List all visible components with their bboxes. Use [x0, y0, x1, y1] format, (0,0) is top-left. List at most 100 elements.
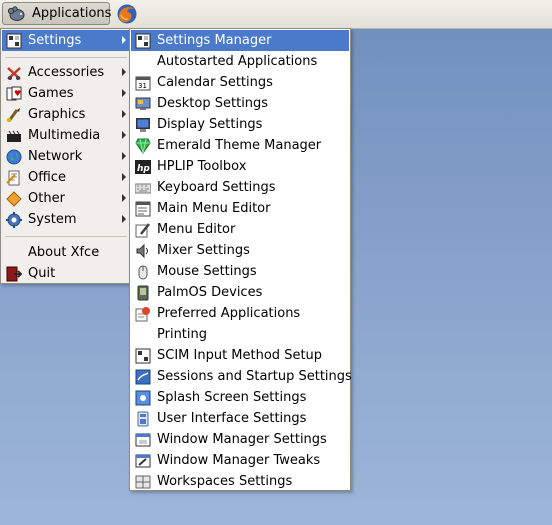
menu-item-label: Accessories	[28, 65, 105, 80]
menu-separator	[5, 236, 127, 237]
menu-item-label: Calendar Settings	[157, 75, 273, 90]
menu-item-settings-manager[interactable]: Settings Manager	[131, 30, 349, 51]
menu-item-label: System	[28, 212, 77, 227]
menu-item-mixer-settings[interactable]: Mixer Settings	[131, 240, 349, 261]
menu-item-quit[interactable]: Quit	[2, 263, 130, 284]
games-icon: ♥	[6, 86, 22, 102]
submenu-arrow-icon	[122, 173, 126, 181]
menu-item-label: SCIM Input Method Setup	[157, 348, 323, 363]
xfce-mouse-icon	[6, 4, 26, 24]
menu-item-user-interface-settings[interactable]: User Interface Settings	[131, 408, 349, 429]
menu-item-main-menu-editor[interactable]: Main Menu Editor	[131, 198, 349, 219]
keyboard-icon	[135, 180, 151, 196]
menu-item-label: Other	[28, 191, 65, 206]
submenu-arrow-icon	[122, 131, 126, 139]
menu-item-label: Window Manager Tweaks	[157, 453, 321, 468]
menu-item-label: Splash Screen Settings	[157, 390, 307, 405]
menu-item-accessories[interactable]: Accessories	[2, 62, 130, 83]
svg-text:♥: ♥	[14, 89, 21, 98]
menu-item-office[interactable]: Office	[2, 167, 130, 188]
menu-item-sessions-and-startup-settings[interactable]: Sessions and Startup Settings	[131, 366, 352, 387]
menu-item-label: Autostarted Applications	[157, 54, 318, 69]
submenu-arrow-icon	[122, 36, 126, 44]
multimedia-icon	[6, 128, 22, 144]
menu-item-menu-editor[interactable]: Menu Editor	[131, 219, 349, 240]
menu-item-label: Menu Editor	[157, 222, 236, 237]
menu-item-label: Main Menu Editor	[157, 201, 271, 216]
menu-item-label: Settings	[28, 33, 82, 48]
menu-item-label: Mouse Settings	[157, 264, 257, 279]
other-icon	[6, 190, 22, 207]
sessions-icon	[135, 369, 151, 385]
settings-icon	[6, 33, 22, 49]
menu-item-window-manager-settings[interactable]: Window Manager Settings	[131, 429, 349, 450]
menu-item-printing[interactable]: Printing	[131, 324, 349, 345]
menu-item-multimedia[interactable]: Multimedia	[2, 125, 130, 146]
firefox-icon[interactable]	[116, 3, 138, 25]
menu-item-graphics[interactable]: Graphics	[2, 104, 130, 125]
splash-icon	[135, 390, 151, 406]
menu-item-network[interactable]: Network	[2, 146, 130, 167]
menu-item-label: HPLIP Toolbox	[157, 159, 247, 174]
submenu-arrow-icon	[122, 194, 126, 202]
applications-menu: Settings Accessories ♥ Games Graphics Mu…	[0, 28, 132, 284]
menu-item-label: User Interface Settings	[157, 411, 307, 426]
menu-item-calendar-settings[interactable]: 31 Calendar Settings	[131, 72, 349, 93]
menu-item-label: PalmOS Devices	[157, 285, 263, 300]
menu-editor-icon	[135, 201, 151, 217]
applications-button-label: Applications	[32, 6, 112, 21]
submenu-arrow-icon	[122, 152, 126, 160]
menu-item-workspaces-settings[interactable]: Workspaces Settings	[131, 471, 349, 492]
menu-item-label: Desktop Settings	[157, 96, 269, 111]
menu-item-settings[interactable]: Settings	[2, 30, 130, 51]
menu-item-label: Graphics	[28, 107, 86, 122]
menu-item-other[interactable]: Other	[2, 188, 130, 209]
mouse-icon	[135, 264, 151, 280]
preferred-apps-icon	[135, 306, 151, 322]
menu-item-label: Window Manager Settings	[157, 432, 327, 447]
settings-manager-icon	[135, 33, 151, 49]
submenu-arrow-icon	[122, 89, 126, 97]
system-icon	[6, 211, 22, 228]
menu-item-palmos-devices[interactable]: PalmOS Devices	[131, 282, 349, 303]
menu-separator	[5, 57, 127, 58]
menu-item-preferred-applications[interactable]: Preferred Applications	[131, 303, 349, 324]
top-panel: Applications	[0, 0, 552, 29]
menu-item-label: Preferred Applications	[157, 306, 301, 321]
menu-item-system[interactable]: System	[2, 209, 130, 230]
settings-submenu: Settings Manager Autostarted Application…	[129, 28, 352, 492]
menu-item-label: Sessions and Startup Settings	[157, 369, 352, 384]
menu-item-games[interactable]: ♥ Games	[2, 83, 130, 104]
workspaces-icon	[135, 474, 151, 490]
menu-item-label: Network	[28, 149, 83, 164]
scim-icon	[135, 348, 151, 364]
menu-item-emerald-theme-manager[interactable]: Emerald Theme Manager	[131, 135, 349, 156]
menu-item-label: About Xfce	[28, 245, 100, 260]
hp-icon: hp	[135, 159, 151, 175]
menu-item-scim-input-method-setup[interactable]: SCIM Input Method Setup	[131, 345, 349, 366]
menu-item-label: Workspaces Settings	[157, 474, 293, 489]
applications-button[interactable]: Applications	[2, 2, 112, 25]
menu-item-about-xfce[interactable]: About Xfce	[2, 242, 130, 263]
wm-icon	[135, 432, 151, 448]
ui-icon	[135, 411, 151, 427]
menu-item-mouse-settings[interactable]: Mouse Settings	[131, 261, 349, 282]
display-icon	[135, 117, 151, 133]
menu-item-keyboard-settings[interactable]: Keyboard Settings	[131, 177, 349, 198]
menu-item-label: Keyboard Settings	[157, 180, 276, 195]
menu-item-splash-screen-settings[interactable]: Splash Screen Settings	[131, 387, 349, 408]
menu-item-display-settings[interactable]: Display Settings	[131, 114, 349, 135]
office-icon	[6, 170, 22, 186]
wm-tweaks-icon	[135, 453, 151, 469]
menu-item-label: Multimedia	[28, 128, 101, 143]
submenu-arrow-icon	[122, 215, 126, 223]
menu-item-label: Mixer Settings	[157, 243, 250, 258]
svg-text:hp: hp	[137, 164, 150, 174]
menu-item-desktop-settings[interactable]: Desktop Settings	[131, 93, 349, 114]
submenu-arrow-icon	[122, 68, 126, 76]
menu-item-label: Emerald Theme Manager	[157, 138, 322, 153]
menu-item-window-manager-tweaks[interactable]: Window Manager Tweaks	[131, 450, 349, 471]
accessories-icon	[6, 65, 22, 81]
menu-item-autostarted-applications[interactable]: Autostarted Applications	[131, 51, 349, 72]
menu-item-hplip-toolbox[interactable]: hp HPLIP Toolbox	[131, 156, 349, 177]
